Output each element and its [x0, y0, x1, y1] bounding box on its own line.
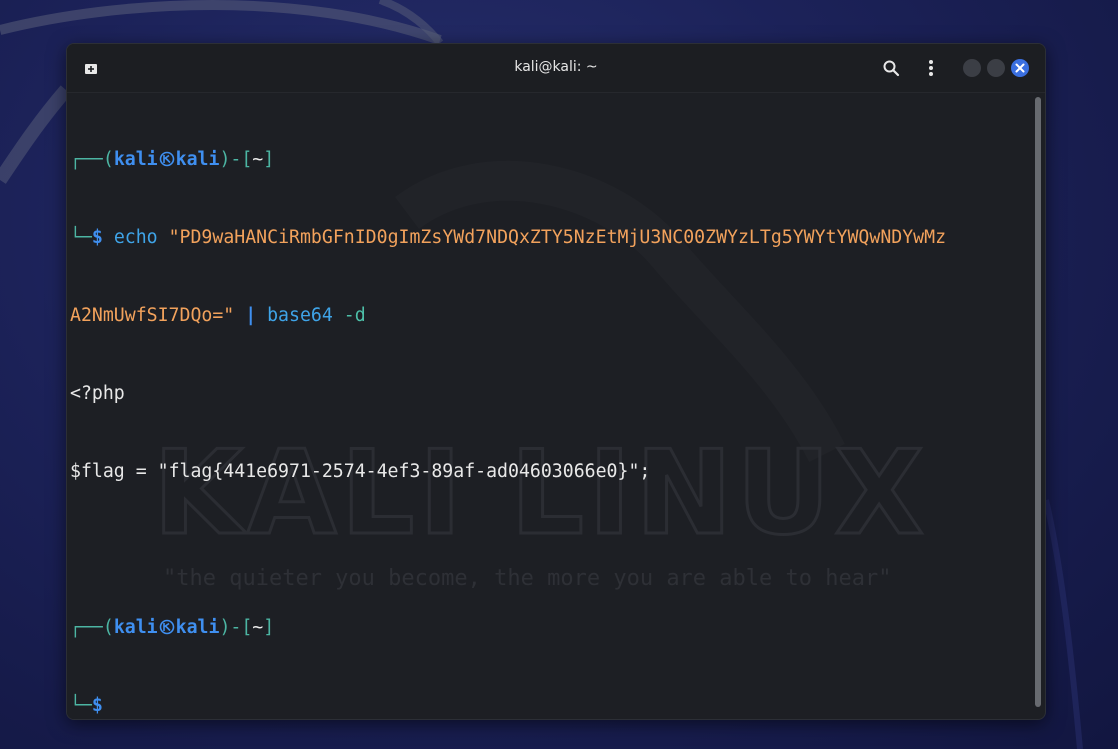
terminal-output: ┌──(kali kali)-[~] └─$ echo "PD9waHANCiRm… [70, 95, 1030, 719]
prompt-line-1: ┌──(kali kali)-[~] [70, 149, 275, 170]
menu-button[interactable] [919, 56, 943, 80]
prompt-host: kali [175, 617, 220, 638]
command-base64: base64 [267, 305, 333, 326]
command-echo: echo [113, 227, 158, 248]
kebab-menu-icon [929, 60, 933, 76]
prompt-dir: ~ [252, 149, 264, 170]
terminal-content[interactable]: KALI LINUX "the quieter you become, the … [67, 93, 1033, 719]
command-arg: "PD9waHANCiRmbGFnID0gImZsYWd7NDQxZTY5NzE… [168, 227, 947, 248]
prompt-user: kali [113, 617, 158, 638]
command-flag: -d [343, 305, 366, 326]
command-arg-cont: A2NmUwfSI7DQo=" [70, 305, 235, 326]
close-button[interactable] [1011, 59, 1029, 77]
terminal-window: kali@kali: ~ KALI LINUX "the quieter you… [66, 43, 1046, 720]
title-bar: kali@kali: ~ [67, 44, 1045, 93]
command-line-empty[interactable]: └─$ [70, 693, 1030, 719]
output-line-1: <?php [70, 383, 125, 404]
command-pipe: | [245, 305, 257, 326]
prompt-user: kali [113, 149, 158, 170]
minimize-button[interactable] [963, 59, 981, 77]
scrollbar-thumb[interactable] [1035, 97, 1041, 707]
prompt-dir: ~ [252, 617, 264, 638]
vertical-scrollbar[interactable] [1033, 93, 1043, 713]
flag-value: flag{441e6971-2574-4ef3-89af-ad04603066e… [168, 461, 629, 482]
prompt-line-2: ┌──(kali kali)-[~] [70, 617, 275, 638]
output-line-2: $flag = "flag{441e6971-2574-4ef3-89af-ad… [70, 461, 651, 482]
search-button[interactable] [879, 56, 903, 80]
close-icon [1015, 63, 1025, 73]
maximize-button[interactable] [987, 59, 1005, 77]
command-line-2: A2NmUwfSI7DQo=" | base64 -d [70, 303, 1030, 329]
kali-dragon-icon [159, 151, 174, 167]
search-icon [883, 60, 900, 77]
prompt-host: kali [175, 149, 220, 170]
kali-dragon-icon [159, 619, 174, 635]
command-line-1: └─$ echo "PD9waHANCiRmbGFnID0gImZsYWd7ND… [70, 227, 947, 248]
